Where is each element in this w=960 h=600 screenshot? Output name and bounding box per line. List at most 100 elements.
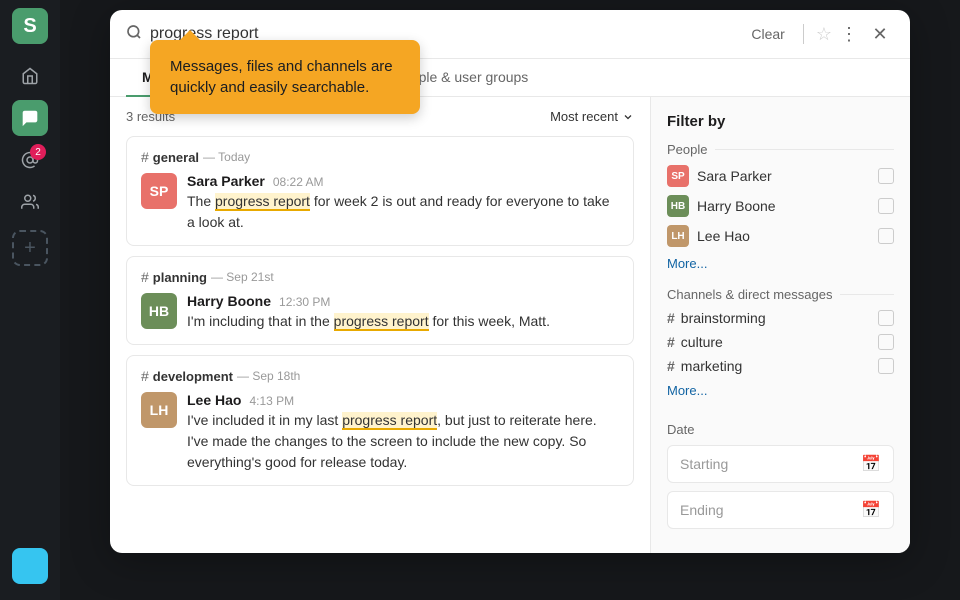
message-card: # planning — Sep 21st HB Harry Boone 12:… bbox=[126, 256, 634, 345]
filter-panel: Filter by People SP Sara Parker HB Harry… bbox=[650, 97, 910, 553]
message-content: Sara Parker 08:22 AM The progress report… bbox=[187, 173, 619, 233]
author-name: Sara Parker bbox=[187, 173, 265, 189]
channel-line: # planning — Sep 21st bbox=[141, 269, 619, 285]
star-icon[interactable]: ☆ bbox=[816, 24, 832, 45]
message-row: LH Lee Hao 4:13 PM I've included it in m… bbox=[141, 392, 619, 473]
avatar: HB bbox=[141, 293, 177, 329]
sidebar-icon-people[interactable] bbox=[12, 184, 48, 220]
filter-checkbox-lee[interactable] bbox=[878, 228, 894, 244]
filter-item-left: LH Lee Hao bbox=[667, 225, 750, 247]
search-body: 3 results Most recent # general — Today bbox=[110, 97, 910, 553]
filter-checkbox-culture[interactable] bbox=[878, 334, 894, 350]
date-ending-text: Ending bbox=[680, 502, 724, 518]
filter-person-name: Sara Parker bbox=[697, 168, 772, 184]
message-time: 08:22 AM bbox=[273, 175, 324, 189]
filter-channel-item: # brainstorming bbox=[667, 310, 894, 326]
close-button[interactable]: ✕ bbox=[866, 20, 894, 48]
channels-more-link[interactable]: More... bbox=[667, 383, 707, 398]
channel-name: planning bbox=[153, 270, 207, 285]
channel-date: — Sep 21st bbox=[211, 270, 274, 284]
more-options-icon[interactable]: ⋮ bbox=[840, 24, 858, 45]
filter-item: SP Sara Parker bbox=[667, 165, 894, 187]
filter-avatar: SP bbox=[667, 165, 689, 187]
channel-date: — Today bbox=[203, 150, 250, 164]
filter-channel-item: # culture bbox=[667, 334, 894, 350]
highlight-text: progress report bbox=[334, 313, 429, 331]
filter-channel-name: brainstorming bbox=[681, 310, 766, 326]
search-icon bbox=[126, 24, 142, 45]
hash-icon: # bbox=[667, 334, 675, 350]
filter-people-label: People bbox=[667, 142, 894, 157]
modal-overlay: Clear ☆ ⋮ ✕ Messages Files Channels Peop… bbox=[60, 0, 960, 600]
date-ending-input[interactable]: Ending 📅 bbox=[667, 491, 894, 529]
message-content: Harry Boone 12:30 PM I'm including that … bbox=[187, 293, 550, 332]
avatar: LH bbox=[141, 392, 177, 428]
message-text: I've included it in my last progress rep… bbox=[187, 410, 619, 473]
filter-person-name: Lee Hao bbox=[697, 228, 750, 244]
sidebar-add-button[interactable]: + bbox=[12, 230, 48, 266]
date-starting-text: Starting bbox=[680, 456, 728, 472]
filter-title: Filter by bbox=[667, 113, 894, 130]
message-text: I'm including that in the progress repor… bbox=[187, 311, 550, 332]
avatar: SP bbox=[141, 173, 177, 209]
results-panel: 3 results Most recent # general — Today bbox=[110, 97, 650, 553]
filter-checkbox-sara[interactable] bbox=[878, 168, 894, 184]
message-time: 4:13 PM bbox=[249, 394, 294, 408]
filter-avatar: HB bbox=[667, 195, 689, 217]
people-more-link[interactable]: More... bbox=[667, 256, 707, 271]
filter-channel-left: # culture bbox=[667, 334, 723, 350]
channel-line: # development — Sep 18th bbox=[141, 368, 619, 384]
filter-avatar: LH bbox=[667, 225, 689, 247]
author-name: Lee Hao bbox=[187, 392, 241, 408]
hash-icon: # bbox=[141, 368, 149, 384]
date-section: Date Starting 📅 Ending 📅 bbox=[667, 422, 894, 529]
hash-icon: # bbox=[667, 358, 675, 374]
sidebar-bottom bbox=[12, 548, 48, 592]
channel-line: # general — Today bbox=[141, 149, 619, 165]
filter-item: LH Lee Hao bbox=[667, 225, 894, 247]
highlight-text: progress report bbox=[215, 193, 310, 211]
date-label: Date bbox=[667, 422, 894, 437]
message-card: # development — Sep 18th LH Lee Hao 4:13… bbox=[126, 355, 634, 486]
sort-label: Most recent bbox=[550, 109, 618, 124]
search-divider bbox=[803, 24, 804, 44]
filter-checkbox-brainstorming[interactable] bbox=[878, 310, 894, 326]
message-content: Lee Hao 4:13 PM I've included it in my l… bbox=[187, 392, 619, 473]
sort-dropdown[interactable]: Most recent bbox=[550, 109, 634, 124]
highlight-text: progress report bbox=[342, 412, 437, 430]
date-starting-input[interactable]: Starting 📅 bbox=[667, 445, 894, 483]
sidebar-logo[interactable]: S bbox=[12, 8, 48, 44]
calendar-icon: 📅 bbox=[861, 500, 881, 520]
filter-channel-left: # marketing bbox=[667, 358, 742, 374]
filter-checkbox-marketing[interactable] bbox=[878, 358, 894, 374]
author-line: Lee Hao 4:13 PM bbox=[187, 392, 619, 408]
sidebar-icon-home[interactable] bbox=[12, 58, 48, 94]
message-text: The progress report for week 2 is out an… bbox=[187, 191, 619, 233]
filter-item-left: SP Sara Parker bbox=[667, 165, 772, 187]
filter-channel-name: culture bbox=[681, 334, 723, 350]
search-modal: Clear ☆ ⋮ ✕ Messages Files Channels Peop… bbox=[110, 10, 910, 553]
clear-button[interactable]: Clear bbox=[745, 24, 790, 44]
filter-item: HB Harry Boone bbox=[667, 195, 894, 217]
author-line: Sara Parker 08:22 AM bbox=[187, 173, 619, 189]
filter-person-name: Harry Boone bbox=[697, 198, 776, 214]
filter-channels-label: Channels & direct messages bbox=[667, 287, 894, 302]
filter-channel-name: marketing bbox=[681, 358, 742, 374]
channel-date: — Sep 18th bbox=[237, 369, 300, 383]
calendar-icon: 📅 bbox=[861, 454, 881, 474]
channel-name: development bbox=[153, 369, 233, 384]
hash-icon: # bbox=[141, 269, 149, 285]
message-card: # general — Today SP Sara Parker 08:22 A… bbox=[126, 136, 634, 246]
author-name: Harry Boone bbox=[187, 293, 271, 309]
filter-checkbox-harry[interactable] bbox=[878, 198, 894, 214]
sidebar-icon-chat[interactable] bbox=[12, 100, 48, 136]
sidebar-user-avatar[interactable] bbox=[12, 548, 48, 584]
message-row: HB Harry Boone 12:30 PM I'm including th… bbox=[141, 293, 619, 332]
notification-badge: 2 bbox=[30, 144, 46, 160]
author-line: Harry Boone 12:30 PM bbox=[187, 293, 550, 309]
tooltip-bubble: Messages, files and channels are quickly… bbox=[150, 40, 420, 114]
hash-icon: # bbox=[667, 310, 675, 326]
message-time: 12:30 PM bbox=[279, 295, 330, 309]
filter-channel-item: # marketing bbox=[667, 358, 894, 374]
sidebar-icon-mention[interactable]: 2 bbox=[12, 142, 48, 178]
